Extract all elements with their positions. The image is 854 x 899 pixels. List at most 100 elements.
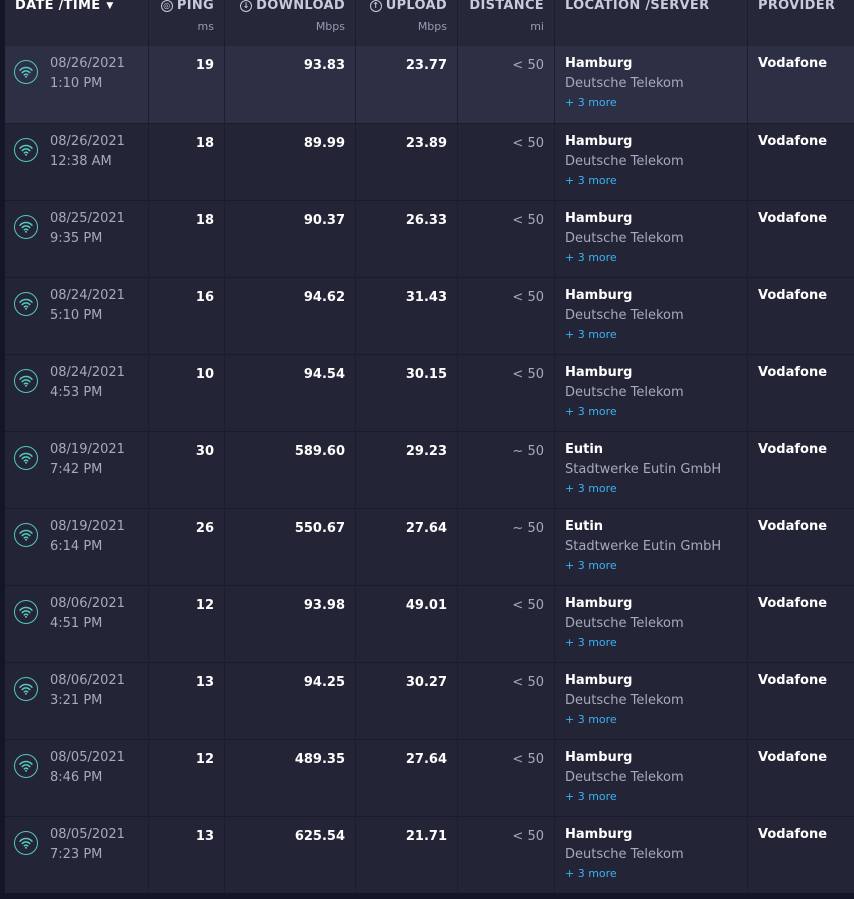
download-unit: Mbps xyxy=(315,20,345,33)
server-name: Stadtwerke Eutin GmbH xyxy=(565,462,722,477)
wifi-icon xyxy=(14,754,38,778)
wifi-icon xyxy=(14,446,38,470)
provider-name: Vodafone xyxy=(758,288,828,303)
more-servers-link[interactable]: + 3 more xyxy=(565,788,747,806)
table-row[interactable]: 08/19/2021 6:14 PM 26 550.67 27.64 ~ 50 … xyxy=(5,508,854,585)
distance-value: < 50 xyxy=(512,367,544,382)
location-city: Hamburg xyxy=(565,211,633,226)
location-city: Hamburg xyxy=(565,750,633,765)
ping-value: 30 xyxy=(195,444,214,459)
distance-value: < 50 xyxy=(512,675,544,690)
table-row[interactable]: 08/06/2021 4:51 PM 12 93.98 49.01 < 50 H… xyxy=(5,585,854,662)
download-cell: 89.99 xyxy=(225,124,356,200)
test-date: 08/24/2021 xyxy=(50,288,125,303)
location-column-header[interactable]: LOCATION /SERVER xyxy=(555,0,748,46)
provider-header-label: PROVIDER xyxy=(758,0,836,13)
download-value: 89.99 xyxy=(303,136,345,151)
wifi-icon xyxy=(14,523,38,547)
ping-cell: 18 xyxy=(149,201,225,277)
ping-value: 12 xyxy=(195,598,214,613)
server-name: Deutsche Telekom xyxy=(565,770,684,785)
more-servers-link[interactable]: + 3 more xyxy=(565,480,747,498)
test-date: 08/24/2021 xyxy=(50,365,125,380)
wifi-icon xyxy=(14,600,38,624)
more-servers-link[interactable]: + 3 more xyxy=(565,326,747,344)
distance-cell: ~ 50 xyxy=(458,509,555,585)
more-servers-link[interactable]: + 3 more xyxy=(565,172,747,190)
download-value: 93.83 xyxy=(303,58,345,73)
provider-cell: Vodafone xyxy=(748,740,854,816)
upload-value: 21.71 xyxy=(405,829,447,844)
location-city: Eutin xyxy=(565,519,604,534)
distance-cell: < 50 xyxy=(458,355,555,431)
location-cell: Hamburg Deutsche Telekom + 3 more xyxy=(555,46,748,123)
location-city: Hamburg xyxy=(565,596,633,611)
location-cell: Eutin Stadtwerke Eutin GmbH + 3 more xyxy=(555,432,748,508)
download-column-header[interactable]: ↓ DOWNLOAD Mbps xyxy=(225,0,356,46)
download-cell: 94.62 xyxy=(225,278,356,354)
provider-column-header[interactable]: PROVIDER xyxy=(748,0,854,46)
upload-value: 27.64 xyxy=(405,521,447,536)
provider-name: Vodafone xyxy=(758,519,828,534)
server-name: Deutsche Telekom xyxy=(565,385,684,400)
download-cell: 90.37 xyxy=(225,201,356,277)
more-servers-link[interactable]: + 3 more xyxy=(565,634,747,652)
upload-column-header[interactable]: ↑ UPLOAD Mbps xyxy=(356,0,458,46)
test-date: 08/19/2021 xyxy=(50,442,125,457)
table-row[interactable]: 08/25/2021 9:35 PM 18 90.37 26.33 < 50 H… xyxy=(5,200,854,277)
server-name: Deutsche Telekom xyxy=(565,616,684,631)
download-value: 589.60 xyxy=(294,444,345,459)
more-servers-link[interactable]: + 3 more xyxy=(565,557,747,575)
upload-cell: 23.77 xyxy=(356,46,458,123)
table-row[interactable]: 08/05/2021 7:23 PM 13 625.54 21.71 < 50 … xyxy=(5,816,854,893)
upload-value: 30.27 xyxy=(405,675,447,690)
ping-value: 18 xyxy=(195,136,214,151)
ping-value: 13 xyxy=(195,675,214,690)
provider-name: Vodafone xyxy=(758,134,828,149)
server-name: Deutsche Telekom xyxy=(565,308,684,323)
provider-cell: Vodafone xyxy=(748,278,854,354)
provider-name: Vodafone xyxy=(758,827,828,842)
download-cell: 625.54 xyxy=(225,817,356,893)
distance-value: < 50 xyxy=(512,136,544,151)
table-row[interactable]: 08/06/2021 3:21 PM 13 94.25 30.27 < 50 H… xyxy=(5,662,854,739)
download-cell: 550.67 xyxy=(225,509,356,585)
more-servers-link[interactable]: + 3 more xyxy=(565,403,747,421)
upload-value: 26.33 xyxy=(405,213,447,228)
download-header-label: DOWNLOAD xyxy=(256,0,345,13)
provider-cell: Vodafone xyxy=(748,355,854,431)
table-row[interactable]: 08/26/2021 1:10 PM 19 93.83 23.77 < 50 H… xyxy=(5,46,854,123)
distance-cell: < 50 xyxy=(458,740,555,816)
more-servers-link[interactable]: + 3 more xyxy=(565,711,747,729)
provider-name: Vodafone xyxy=(758,56,828,71)
date-header-label: DATE /TIME xyxy=(15,0,101,13)
table-row[interactable]: 08/19/2021 7:42 PM 30 589.60 29.23 ~ 50 … xyxy=(5,431,854,508)
provider-cell: Vodafone xyxy=(748,586,854,662)
ping-column-header[interactable]: ◎ PING ms xyxy=(149,0,225,46)
table-row[interactable]: 08/05/2021 8:46 PM 12 489.35 27.64 < 50 … xyxy=(5,739,854,816)
test-time: 12:38 AM xyxy=(50,154,112,169)
provider-cell: Vodafone xyxy=(748,817,854,893)
distance-cell: < 50 xyxy=(458,663,555,739)
test-time: 5:10 PM xyxy=(50,308,103,323)
ping-value: 16 xyxy=(195,290,214,305)
ping-value: 26 xyxy=(195,521,214,536)
server-name: Deutsche Telekom xyxy=(565,76,684,91)
upload-value: 23.89 xyxy=(405,136,447,151)
distance-column-header[interactable]: DISTANCE mi xyxy=(458,0,555,46)
table-row[interactable]: 08/24/2021 5:10 PM 16 94.62 31.43 < 50 H… xyxy=(5,277,854,354)
upload-cell: 21.71 xyxy=(356,817,458,893)
table-row[interactable]: 08/24/2021 4:53 PM 10 94.54 30.15 < 50 H… xyxy=(5,354,854,431)
more-servers-link[interactable]: + 3 more xyxy=(565,865,747,883)
test-date: 08/26/2021 xyxy=(50,56,125,71)
server-name: Deutsche Telekom xyxy=(565,154,684,169)
provider-name: Vodafone xyxy=(758,365,828,380)
more-servers-link[interactable]: + 3 more xyxy=(565,249,747,267)
more-servers-link[interactable]: + 3 more xyxy=(565,94,747,112)
date-column-header[interactable]: DATE /TIME ▼ xyxy=(5,0,149,46)
date-cell: 08/25/2021 9:35 PM xyxy=(5,201,149,277)
server-name: Deutsche Telekom xyxy=(565,847,684,862)
download-value: 625.54 xyxy=(294,829,345,844)
table-row[interactable]: 08/26/2021 12:38 AM 18 89.99 23.89 < 50 … xyxy=(5,123,854,200)
upload-arrow-icon: ↑ xyxy=(369,0,382,12)
